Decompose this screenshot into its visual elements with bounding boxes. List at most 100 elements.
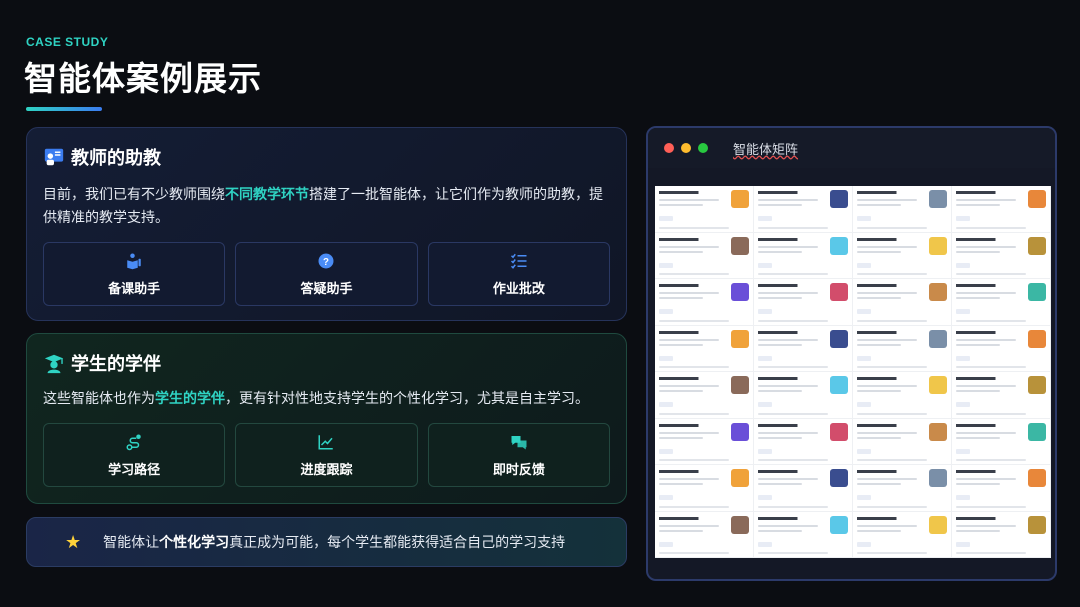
agent-thumbnail-card[interactable]	[952, 279, 1051, 326]
agent-avatar-image	[929, 422, 947, 441]
student-card-title: 学生的学伴	[43, 350, 610, 376]
agent-card-title-placeholder	[956, 282, 1022, 289]
agent-avatar-image	[830, 283, 848, 301]
case-study-label: CASE STUDY	[26, 35, 109, 49]
footer-line-placeholder	[956, 412, 1026, 415]
tag-placeholder	[659, 402, 673, 407]
agent-card-title-placeholder	[857, 514, 923, 522]
agent-thumbnail-card[interactable]	[754, 418, 853, 465]
tag-placeholder	[857, 495, 871, 500]
agent-card-title-placeholder	[857, 189, 923, 196]
agent-thumbnail-card[interactable]	[655, 511, 754, 558]
footer-line-placeholder	[956, 273, 1026, 275]
agent-card-title-placeholder	[857, 421, 923, 429]
agent-thumbnail-card[interactable]	[952, 325, 1051, 372]
agent-thumbnail-card[interactable]	[853, 279, 952, 326]
text-line-placeholder	[956, 483, 1000, 485]
agent-thumbnail-card[interactable]	[853, 325, 952, 372]
agent-thumbnail-card[interactable]	[655, 465, 754, 512]
agent-thumbnail-card[interactable]	[655, 372, 754, 419]
footer-line-placeholder	[758, 366, 828, 368]
feature-lesson-prep[interactable]: 备课助手	[43, 242, 226, 306]
agent-thumbnail-card[interactable]	[853, 232, 952, 279]
agent-thumbnail-card[interactable]	[952, 465, 1051, 512]
text-line-placeholder	[857, 204, 901, 206]
text-line-placeholder	[956, 529, 1000, 532]
agent-avatar-image	[731, 190, 749, 208]
text-line-placeholder	[956, 431, 1016, 434]
feature-learning-path[interactable]: 学习路径	[43, 423, 226, 487]
footer-line-placeholder	[956, 366, 1026, 368]
banner-highlight: 个性化学习	[159, 535, 230, 551]
text-line-placeholder	[857, 524, 917, 527]
text-line-placeholder	[758, 292, 818, 294]
agent-avatar-image	[929, 515, 947, 534]
minimize-dot-icon[interactable]	[681, 143, 691, 153]
footer-line-placeholder	[758, 226, 828, 229]
agent-thumbnail-card[interactable]	[853, 186, 952, 233]
title-underline	[26, 107, 102, 111]
text-line-placeholder	[659, 529, 703, 532]
text-line-placeholder	[758, 204, 802, 206]
footer-line-placeholder	[758, 412, 828, 415]
tag-placeholder	[659, 355, 673, 361]
agent-thumbnail-card[interactable]	[655, 232, 754, 279]
text-line-placeholder	[659, 390, 703, 392]
text-line-placeholder	[659, 204, 703, 206]
question-circle-icon: ?	[318, 253, 334, 268]
text-line-placeholder	[857, 250, 901, 253]
agent-avatar-image	[929, 329, 947, 348]
tag-placeholder	[659, 309, 673, 314]
student-desc-part2: ，更有针对性地支持学生的个性化学习，尤其是自主学习。	[225, 391, 589, 407]
text-line-placeholder	[857, 292, 917, 294]
agent-thumbnail-card[interactable]	[952, 186, 1051, 233]
agent-thumbnail-card[interactable]	[754, 279, 853, 326]
tag-placeholder	[956, 495, 970, 500]
agent-thumbnail-card[interactable]	[754, 465, 853, 512]
agent-card-title-placeholder	[758, 421, 824, 429]
agent-thumbnail-card[interactable]	[853, 372, 952, 419]
agent-avatar-image	[731, 515, 749, 534]
agent-thumbnail-card[interactable]	[655, 325, 754, 372]
agent-thumbnail-card[interactable]	[754, 511, 853, 558]
tag-placeholder	[857, 309, 871, 314]
text-line-placeholder	[956, 245, 1016, 248]
close-dot-icon[interactable]	[664, 143, 674, 153]
agent-thumbnail-card[interactable]	[853, 465, 952, 512]
agent-thumbnail-card[interactable]	[754, 232, 853, 279]
tag-placeholder	[857, 216, 871, 221]
feature-homework-grading[interactable]: 作业批改	[427, 242, 610, 306]
agent-thumbnail-card[interactable]	[952, 372, 1051, 419]
teacher-assistant-card: 教师的助教 目前，我们已有不少教师围绕不同教学环节搭建了一批智能体，让它们作为教…	[26, 127, 627, 321]
agent-thumbnail-card[interactable]	[655, 186, 754, 233]
agent-thumbnail-card[interactable]	[754, 186, 853, 233]
agent-avatar-image	[1028, 422, 1046, 441]
footer-line-placeholder	[857, 412, 927, 415]
tag-placeholder	[659, 541, 673, 547]
agent-thumbnail-card[interactable]	[853, 418, 952, 465]
text-line-placeholder	[857, 385, 917, 387]
agent-thumbnail-card[interactable]	[952, 232, 1051, 279]
tag-placeholder	[758, 541, 772, 547]
feature-progress-tracking[interactable]: 进度跟踪	[235, 423, 418, 487]
feature-instant-feedback[interactable]: 即时反馈	[427, 423, 610, 487]
agent-card-title-placeholder	[758, 468, 824, 475]
text-line-placeholder	[659, 385, 719, 387]
text-line-placeholder	[659, 483, 703, 485]
agent-thumbnail-card[interactable]	[655, 279, 754, 326]
agent-avatar-image	[929, 190, 947, 208]
text-line-placeholder	[956, 199, 1016, 201]
text-line-placeholder	[659, 431, 719, 434]
agent-thumbnail-card[interactable]	[952, 511, 1051, 558]
student-feature-row: 学习路径 进度跟踪 即时反馈	[43, 423, 610, 487]
agent-thumbnail-card[interactable]	[754, 372, 853, 419]
footer-line-placeholder	[758, 459, 828, 461]
agent-thumbnail-card[interactable]	[853, 511, 952, 558]
agent-avatar-image	[830, 190, 848, 208]
maximize-dot-icon[interactable]	[698, 143, 708, 153]
agent-thumbnail-card[interactable]	[952, 418, 1051, 465]
agent-thumbnail-card[interactable]	[754, 325, 853, 372]
feature-qa-assistant[interactable]: ? 答疑助手	[235, 242, 418, 306]
agent-thumbnail-card[interactable]	[655, 418, 754, 465]
line-chart-icon	[318, 434, 334, 449]
